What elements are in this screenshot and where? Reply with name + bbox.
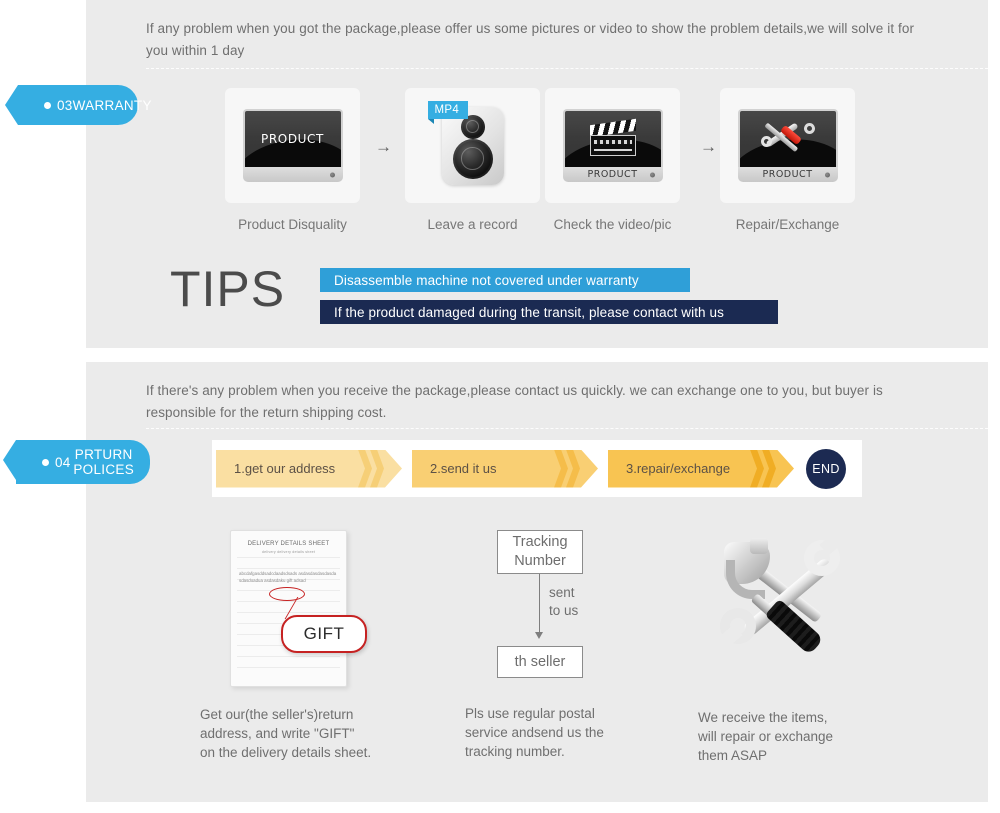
delivery-sheet-icon: DELIVERY DETAILS SHEET delivery delivery…: [230, 530, 367, 687]
badge-number: 04: [55, 454, 71, 470]
camera-icon: MP4: [427, 100, 504, 185]
gift-callout: GIFT: [281, 615, 367, 653]
hammer-wrench-icon: [710, 530, 875, 670]
warranty-step-1: PRODUCT Product Disquality: [225, 88, 360, 232]
tips-heading: TIPS: [170, 261, 286, 317]
flow-step-label: 3.repair/exchange: [626, 461, 731, 476]
monitor-icon: PRODUCT: [242, 109, 343, 182]
badge-dot-icon: [42, 458, 49, 466]
mp4-tag: MP4: [427, 100, 469, 124]
badge-returns: 04 PRTURN POLICES: [3, 440, 150, 484]
warranty-step-3: PRODUCT Check the video/pic: [545, 88, 680, 232]
sheet-body-text: abcdafgasddsadcdaadsdsads asdasdasdasdas…: [239, 571, 337, 583]
returns-column-2: Tracking Number sent to us th seller Pls…: [465, 530, 665, 761]
step-arrow-icon: →: [375, 137, 392, 156]
tracking-arrow: sent to us: [497, 574, 617, 646]
warranty-steps: PRODUCT Product Disquality → MP4 Leave a…: [225, 88, 885, 238]
returns-column-3: We receive the items, will repair or exc…: [690, 530, 920, 765]
tracking-arrow-label: sent to us: [549, 585, 579, 618]
flow-step-2: 2.send it us: [412, 450, 598, 488]
flow-step-3: 3.repair/exchange: [608, 450, 794, 488]
badge-label-line2: POLICES: [73, 462, 134, 477]
monitor-screen-label: PRODUCT: [261, 132, 324, 146]
tools-icon: PRODUCT: [737, 109, 838, 182]
lens-icon: [649, 172, 655, 177]
warranty-step-4: PRODUCT Repair/Exchange: [720, 88, 855, 232]
step-tile: PRODUCT: [720, 88, 855, 203]
step-caption: Check the video/pic: [553, 217, 672, 232]
step-tile: PRODUCT: [545, 88, 680, 203]
tip-bar-transit: If the product damaged during the transi…: [320, 300, 778, 324]
returns-divider: [146, 428, 988, 429]
lens-icon: [824, 172, 830, 177]
clapperboard-icon: PRODUCT: [562, 109, 663, 182]
step-tile: MP4: [405, 88, 540, 203]
warranty-intro-text: If any problem when you got the package,…: [146, 21, 915, 58]
step-caption: Repair/Exchange: [735, 217, 840, 232]
badge-number: 03: [57, 97, 73, 113]
step-caption: Product Disquality: [238, 217, 347, 232]
tracking-number-box: Tracking Number: [497, 530, 583, 574]
returns-flow: 1.get our address 2.send it us 3.repair/…: [212, 440, 862, 497]
flow-end-badge: END: [806, 448, 846, 489]
device-bezel-label: PRODUCT: [762, 169, 813, 180]
column-caption: We receive the items, will repair or exc…: [698, 710, 834, 763]
sheet-subtitle: delivery delivery details sheet: [261, 550, 316, 554]
device-bezel-label: PRODUCT: [587, 169, 638, 180]
seller-box: th seller: [497, 646, 583, 678]
badge-dot-icon: [44, 101, 51, 109]
flow-step-label: 2.send it us: [430, 461, 497, 476]
returns-column-1: DELIVERY DETAILS SHEET delivery delivery…: [200, 530, 460, 762]
badge-warranty: 03 WARRANTY: [5, 85, 151, 125]
step-caption: Leave a record: [427, 217, 518, 232]
returns-intro-text: If there's any problem when you receive …: [146, 383, 883, 420]
lens-icon: [329, 172, 335, 177]
step-arrow-icon: →: [700, 137, 717, 156]
tip-bar-warranty: Disassemble machine not covered under wa…: [320, 268, 690, 292]
column-caption: Pls use regular postal service andsend u…: [465, 706, 604, 759]
flow-step-1: 1.get our address: [216, 450, 402, 488]
warranty-divider: [146, 68, 988, 69]
badge-label: WARRANTY: [72, 97, 152, 113]
sheet-title: DELIVERY DETAILS SHEET: [247, 541, 330, 547]
badge-label-line1: PRTURN: [74, 447, 133, 462]
flow-step-label: 1.get our address: [234, 461, 336, 476]
warranty-step-2: MP4 Leave a record: [405, 88, 540, 232]
step-tile: PRODUCT: [225, 88, 360, 203]
tips-block: TIPS Disassemble machine not covered und…: [170, 261, 870, 332]
column-caption: Get our(the seller's)return address, and…: [200, 707, 372, 760]
